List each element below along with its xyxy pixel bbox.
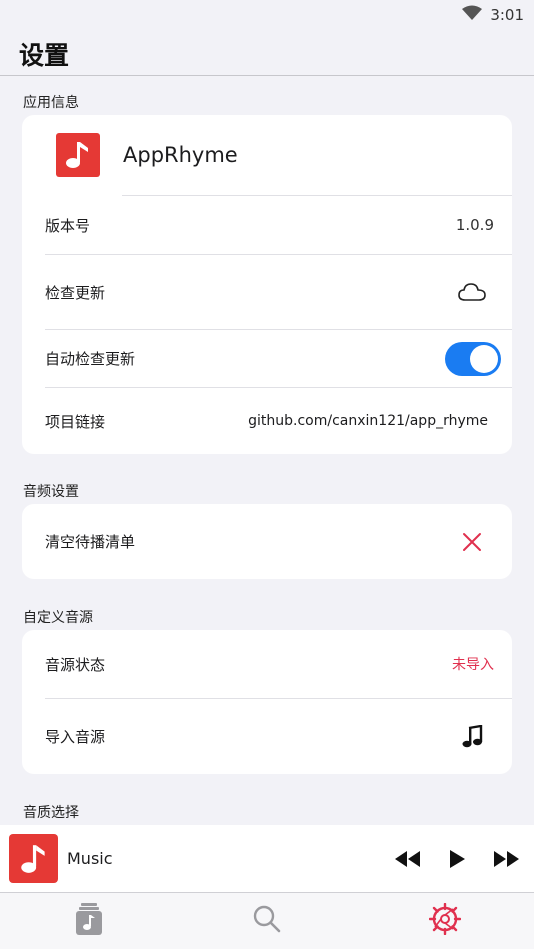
source-status-value: 未导入 (452, 657, 494, 673)
app-logo-icon (56, 133, 100, 177)
status-bar: 3:01 (0, 0, 534, 30)
mini-player-title: Music (67, 849, 113, 868)
project-link-row: 项目链接 github.com/canxin121/app_rhyme (22, 388, 512, 454)
tab-library[interactable] (59, 896, 119, 946)
mini-player-cover (9, 834, 58, 883)
tab-bar (0, 893, 534, 949)
import-source-row[interactable]: 导入音源 (22, 699, 512, 774)
tab-settings[interactable] (415, 896, 475, 946)
version-row: 版本号 1.0.9 (22, 196, 512, 254)
check-update-label: 检查更新 (45, 283, 106, 302)
project-link-label: 项目链接 (45, 412, 106, 431)
check-update-row[interactable]: 检查更新 (22, 255, 512, 329)
card-custom-source: 音源状态 未导入 导入音源 (22, 630, 512, 774)
tab-search[interactable] (237, 896, 297, 946)
section-header-custom-source: 自定义音源 (23, 610, 93, 626)
source-status-label: 音源状态 (45, 655, 106, 674)
play-icon[interactable] (442, 844, 472, 874)
card-app-info: AppRhyme 版本号 1.0.9 检查更新 自动检查更新 项目链接 gith… (22, 115, 512, 454)
auto-check-row: 自动检查更新 (22, 330, 512, 387)
wifi-icon (462, 5, 483, 25)
page-title: 设置 (19, 41, 70, 70)
section-header-app-info: 应用信息 (23, 95, 79, 111)
version-label: 版本号 (45, 216, 91, 235)
auto-check-toggle[interactable] (445, 341, 501, 376)
skip-previous-icon[interactable] (392, 844, 422, 874)
project-link[interactable]: github.com/canxin121/app_rhyme (248, 413, 488, 429)
skip-next-icon[interactable] (492, 844, 522, 874)
gear-icon (428, 902, 462, 939)
source-status-row: 音源状态 未导入 (22, 630, 512, 698)
music-note-icon[interactable] (457, 722, 487, 752)
clear-queue-label: 清空待播清单 (45, 533, 136, 551)
app-header-row: AppRhyme (22, 115, 512, 195)
close-icon[interactable] (457, 527, 487, 557)
status-time: 3:01 (490, 6, 524, 24)
version-value: 1.0.9 (455, 216, 494, 234)
mini-player-controls (392, 844, 534, 874)
import-source-label: 导入音源 (45, 728, 106, 746)
section-header-quality: 音质选择 (23, 805, 79, 821)
clear-queue-row[interactable]: 清空待播清单 (22, 504, 512, 579)
card-audio: 清空待播清单 (22, 504, 512, 579)
toggle-knob (470, 344, 498, 373)
title-divider (0, 75, 534, 76)
app-name: AppRhyme (123, 143, 238, 167)
cloud-icon[interactable] (457, 277, 487, 307)
section-header-audio: 音频设置 (23, 484, 79, 500)
auto-check-label: 自动检查更新 (45, 350, 136, 368)
search-icon (253, 905, 281, 937)
mini-player[interactable]: Music (0, 825, 534, 893)
music-library-icon (75, 902, 103, 940)
